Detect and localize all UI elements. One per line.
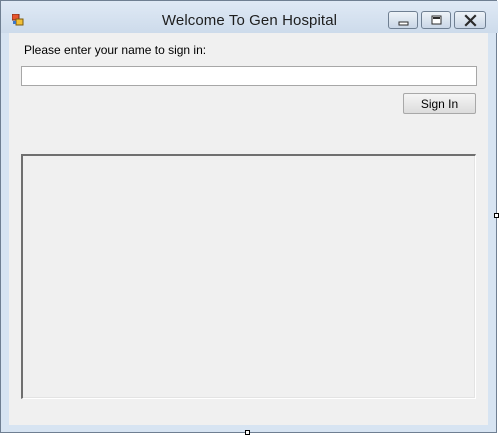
name-input[interactable] bbox=[21, 66, 477, 86]
close-button[interactable] bbox=[454, 11, 486, 29]
sign-in-window: Welcome To Gen Hospital Please enter you… bbox=[0, 0, 498, 433]
resize-handle-right[interactable] bbox=[494, 213, 499, 218]
output-panel bbox=[21, 154, 476, 399]
name-prompt-label: Please enter your name to sign in: bbox=[24, 43, 207, 57]
maximize-button[interactable] bbox=[421, 11, 451, 29]
minimize-button[interactable] bbox=[388, 11, 418, 29]
resize-handle-bottom[interactable] bbox=[245, 430, 250, 435]
sign-in-button[interactable]: Sign In bbox=[403, 93, 476, 114]
title-bar[interactable]: Welcome To Gen Hospital bbox=[1, 1, 498, 33]
caption-buttons bbox=[388, 11, 489, 31]
